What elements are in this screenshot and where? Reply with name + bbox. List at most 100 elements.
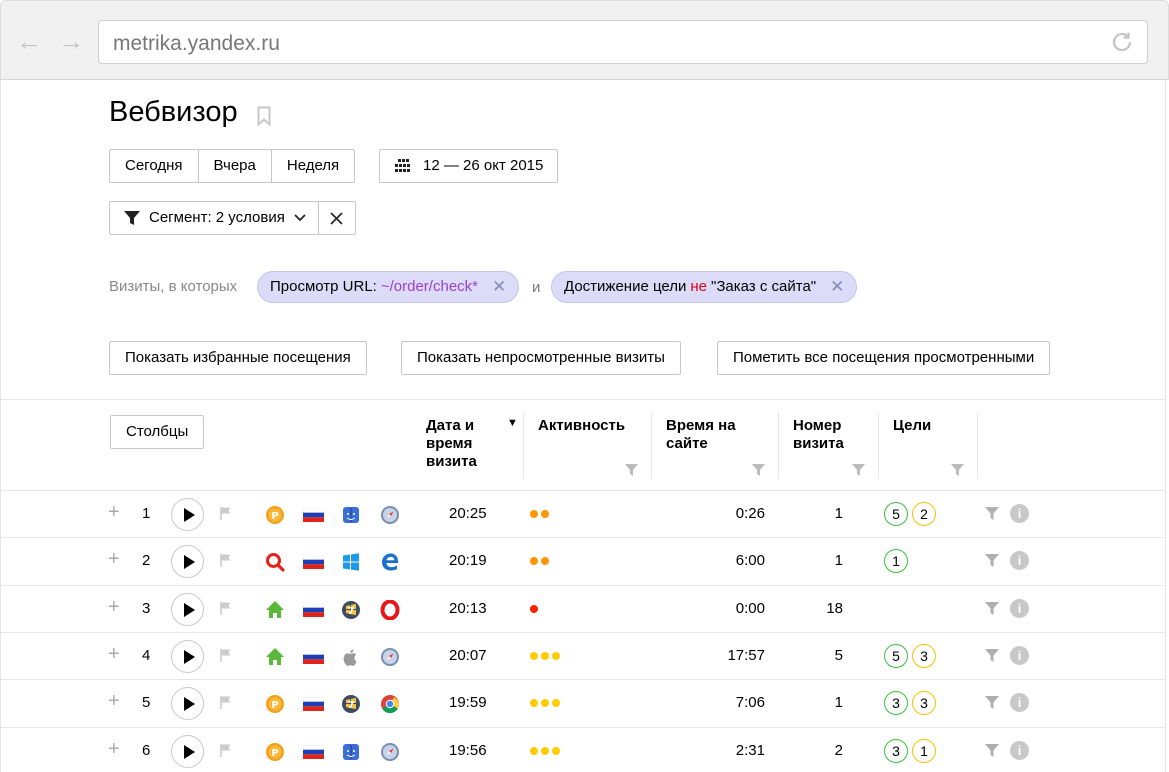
info-icon[interactable]: i [1010, 645, 1029, 665]
mark-all-viewed-button[interactable]: Пометить все посещения просмотренными [717, 341, 1051, 375]
filter-icon[interactable] [985, 648, 999, 662]
filter-icon[interactable] [951, 464, 964, 476]
expand-plus-icon[interactable]: + [108, 690, 120, 713]
coin-source-icon: P [266, 742, 284, 761]
reload-icon[interactable] [1109, 29, 1135, 55]
activity-dot [552, 699, 560, 708]
section-divider [1, 399, 1165, 400]
address-bar[interactable]: metrika.yandex.ru [98, 20, 1148, 64]
condition-url-value: ~/order/check* [380, 278, 478, 295]
play-button[interactable] [171, 545, 204, 579]
condition-chip-url[interactable]: Просмотр URL: ~/order/check* ✕ [257, 271, 520, 303]
goal-badge[interactable]: 2 [912, 502, 936, 526]
activity-dot [541, 557, 549, 566]
activity-dot [541, 699, 549, 708]
safari-icon [381, 647, 399, 666]
goal-badge[interactable]: 3 [912, 643, 936, 668]
row-number: 5 [142, 694, 151, 712]
goal-badge[interactable]: 1 [912, 738, 936, 763]
goal-badge[interactable]: 5 [884, 643, 908, 668]
expand-plus-icon[interactable]: + [108, 548, 120, 571]
goal-badge[interactable]: 3 [912, 691, 936, 716]
info-icon[interactable]: i [1010, 598, 1029, 618]
header-goals[interactable]: Цели [879, 413, 978, 479]
show-unviewed-button[interactable]: Показать непросмотренные визиты [401, 341, 681, 375]
filter-icon[interactable] [985, 743, 999, 757]
header-activity[interactable]: Активность [524, 413, 652, 479]
flag-icon[interactable] [219, 553, 233, 568]
info-icon[interactable]: i [1010, 740, 1029, 760]
play-button[interactable] [171, 687, 204, 721]
condition-chip-goal[interactable]: Достижение цели не "Заказ с сайта" ✕ [551, 271, 858, 303]
play-button[interactable] [171, 734, 204, 768]
table-row: +6 P 19:56 2:31 2 3 1 i [0, 726, 1166, 772]
visit-time: 19:56 [449, 741, 487, 759]
close-icon[interactable]: ✕ [830, 272, 844, 302]
calendar-icon [395, 159, 410, 172]
forward-arrow-icon[interactable]: → [57, 27, 85, 55]
header-time-on-site-label: Время на сайте [666, 417, 736, 452]
home-source-icon [266, 600, 284, 618]
row-number: 6 [142, 741, 151, 759]
header-time-on-site[interactable]: Время на сайте [652, 413, 779, 479]
filter-icon[interactable] [985, 601, 999, 615]
expand-plus-icon[interactable]: + [108, 738, 120, 761]
goals-badges: 52 [884, 502, 936, 526]
edge-icon [382, 553, 398, 571]
expand-plus-icon[interactable]: + [108, 596, 120, 619]
close-icon[interactable]: ✕ [492, 272, 506, 302]
goal-badge[interactable]: 5 [884, 502, 908, 526]
safari-icon [381, 742, 399, 761]
url-text: metrika.yandex.ru [113, 32, 280, 55]
expand-plus-icon[interactable]: + [108, 501, 120, 524]
condition-url-prefix: Просмотр URL: [270, 278, 377, 295]
period-week-button[interactable]: Неделя [272, 150, 354, 182]
apple-icon [343, 649, 357, 666]
segment-clear-button[interactable] [319, 202, 355, 234]
header-goals-label: Цели [893, 417, 932, 434]
date-range-button[interactable]: 12 — 26 окт 2015 [380, 150, 557, 182]
play-button[interactable] [171, 639, 204, 673]
filter-icon[interactable] [985, 507, 999, 520]
back-arrow-icon[interactable]: ← [15, 27, 43, 55]
play-button[interactable] [171, 498, 204, 531]
flag-icon[interactable] [219, 743, 233, 757]
info-icon[interactable]: i [1010, 551, 1029, 571]
bookmark-icon[interactable] [257, 106, 271, 126]
sort-desc-icon[interactable]: ▼ [507, 417, 518, 429]
goal-badge[interactable]: 3 [884, 738, 908, 763]
flag-icon[interactable] [219, 648, 233, 662]
goal-badge[interactable]: 3 [884, 691, 908, 716]
russia-flag-icon [303, 508, 324, 522]
columns-button[interactable]: Столбцы [110, 415, 205, 449]
visit-time: 19:59 [449, 694, 487, 712]
russia-flag-icon [303, 555, 324, 570]
period-today-button[interactable]: Сегодня [110, 150, 199, 182]
period-yesterday-button[interactable]: Вчера [199, 150, 272, 182]
filter-icon[interactable] [752, 464, 765, 476]
activity-dot [530, 699, 538, 708]
filter-icon[interactable] [852, 464, 865, 476]
show-favorites-button[interactable]: Показать избранные посещения [109, 341, 367, 375]
header-visit-number[interactable]: Номер визита [779, 413, 879, 479]
svg-text:P: P [271, 700, 278, 711]
date-range-picker: 12 — 26 окт 2015 [379, 149, 559, 183]
flag-icon[interactable] [219, 506, 233, 520]
visit-time: 20:19 [449, 552, 487, 570]
segment-label: Сегмент: 2 условия [149, 209, 285, 226]
expand-plus-icon[interactable]: + [108, 643, 120, 666]
flag-icon[interactable] [219, 601, 233, 615]
filter-icon[interactable] [985, 554, 999, 568]
flag-icon[interactable] [219, 695, 233, 710]
play-button[interactable] [171, 592, 204, 626]
visit-number: 1 [834, 552, 843, 570]
segment-button[interactable]: Сегмент: 2 условия [110, 202, 319, 234]
time-on-site: 0:26 [735, 505, 765, 522]
header-visit-number-label: Номер визита [793, 417, 844, 452]
russia-flag-icon [303, 744, 324, 759]
info-icon[interactable]: i [1010, 504, 1029, 523]
filter-icon[interactable] [625, 464, 638, 476]
filter-icon[interactable] [985, 696, 999, 710]
goal-badge[interactable]: 1 [884, 549, 908, 574]
info-icon[interactable]: i [1010, 693, 1029, 713]
